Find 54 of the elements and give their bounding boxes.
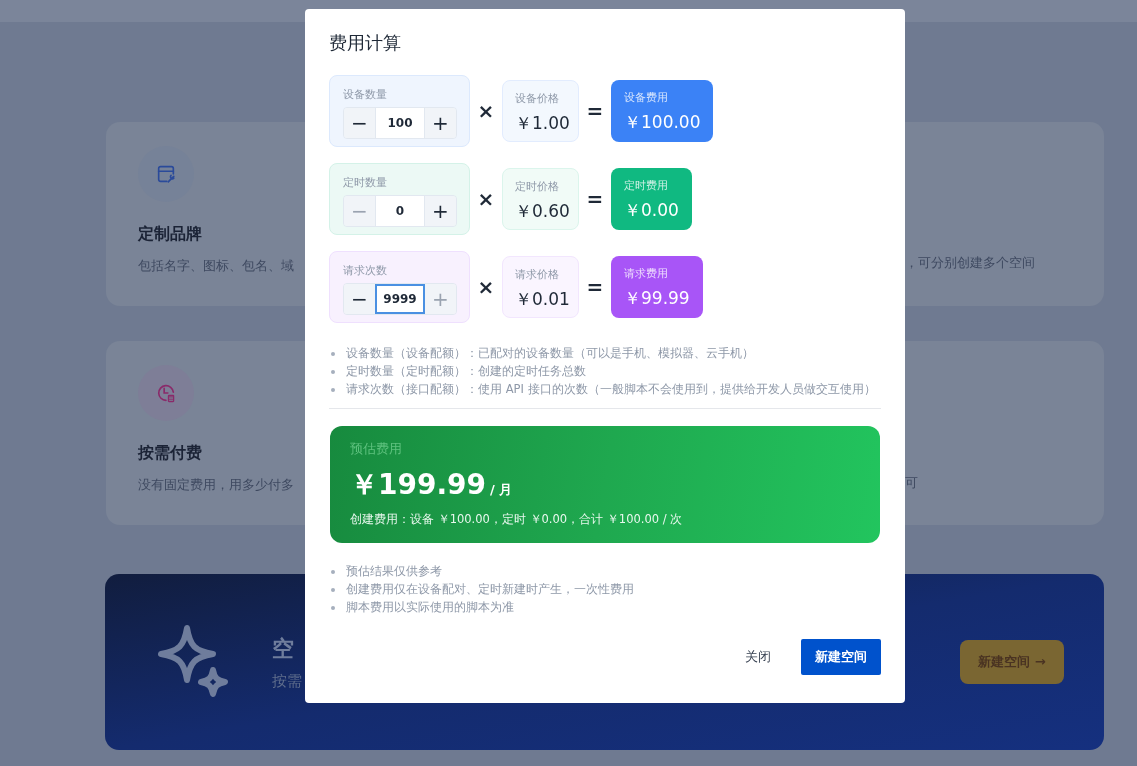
note-text: 预估结果仅供参考 [346, 564, 442, 579]
note-text: 请求次数（接口配额）：使用 API 接口的次数（一般脚本不会使用到，提供给开发人员做交互使用） [346, 382, 876, 397]
price-label: 设备价格 [515, 91, 560, 106]
increment-button[interactable]: + [425, 108, 456, 138]
cost-value: ￥0.00 [624, 199, 679, 222]
creation-fee-text: 创建费用：设备 ￥100.00，定时 ￥0.00，合计 ￥100.00 / 次 [350, 512, 684, 527]
banner-subtitle: 按需 [272, 671, 302, 691]
bullet-icon [331, 369, 335, 374]
estimate-label: 预估费用 [350, 440, 403, 458]
feature-title: 定制品牌 [138, 224, 202, 245]
decrement-button[interactable]: − [344, 108, 375, 138]
bullet-icon [331, 387, 335, 392]
bullet-icon [331, 351, 335, 356]
note-text: 定时数量（定时配额）：创建的定时任务总数 [346, 364, 586, 379]
multiply-sign: × [476, 99, 496, 123]
quantity-input[interactable]: 100 [375, 108, 425, 138]
equals-sign: = [585, 275, 605, 299]
note-text: 设备数量（设备配额）：已配对的设备数量（可以是手机、模拟器、云手机） [346, 346, 754, 361]
quantity-label: 定时数量 [343, 175, 388, 190]
sparkle-icon [157, 624, 231, 698]
cost-label: 设备费用 [624, 90, 669, 105]
dialog-title: 费用计算 [329, 31, 402, 55]
bullet-icon [331, 605, 335, 610]
equals-sign: = [585, 99, 605, 123]
quantity-input[interactable]: 9999 [375, 284, 425, 314]
close-button[interactable]: 关闭 [735, 640, 781, 674]
clock-document-icon [155, 382, 177, 404]
cost-label: 请求费用 [624, 266, 669, 281]
window-wrench-icon [155, 163, 177, 185]
price-label: 定时价格 [515, 179, 560, 194]
feature-title: 按需付费 [138, 443, 202, 464]
equals-sign: = [585, 187, 605, 211]
quantity-label: 请求次数 [343, 263, 388, 278]
feature-description: ，可分别创建多个空间 [905, 254, 1035, 272]
bullet-icon [331, 587, 335, 592]
estimate-unit: / 月 [490, 481, 513, 499]
decrement-button[interactable]: − [344, 284, 375, 314]
multiply-sign: × [476, 275, 496, 299]
cost-value: ￥100.00 [624, 111, 701, 134]
feature-description: 可 [905, 474, 918, 492]
increment-button[interactable]: + [425, 196, 456, 226]
quantity-label: 设备数量 [343, 87, 388, 102]
estimate-amount: ￥199.99 [350, 467, 487, 503]
feature-description: 包括名字、图标、包名、域 [138, 257, 294, 275]
cost-label: 定时费用 [624, 178, 669, 193]
note-text: 创建费用仅在设备配对、定时新建时产生，一次性费用 [346, 582, 634, 597]
banner-title: 空 [272, 634, 295, 663]
bullet-icon [331, 569, 335, 574]
quantity-input[interactable]: 0 [375, 196, 425, 226]
create-space-button[interactable]: 新建空间 [801, 639, 881, 675]
cost-value: ￥99.99 [624, 287, 690, 310]
multiply-sign: × [476, 187, 496, 211]
note-text: 脚本费用以实际使用的脚本为准 [346, 600, 514, 615]
price-label: 请求价格 [515, 267, 560, 282]
